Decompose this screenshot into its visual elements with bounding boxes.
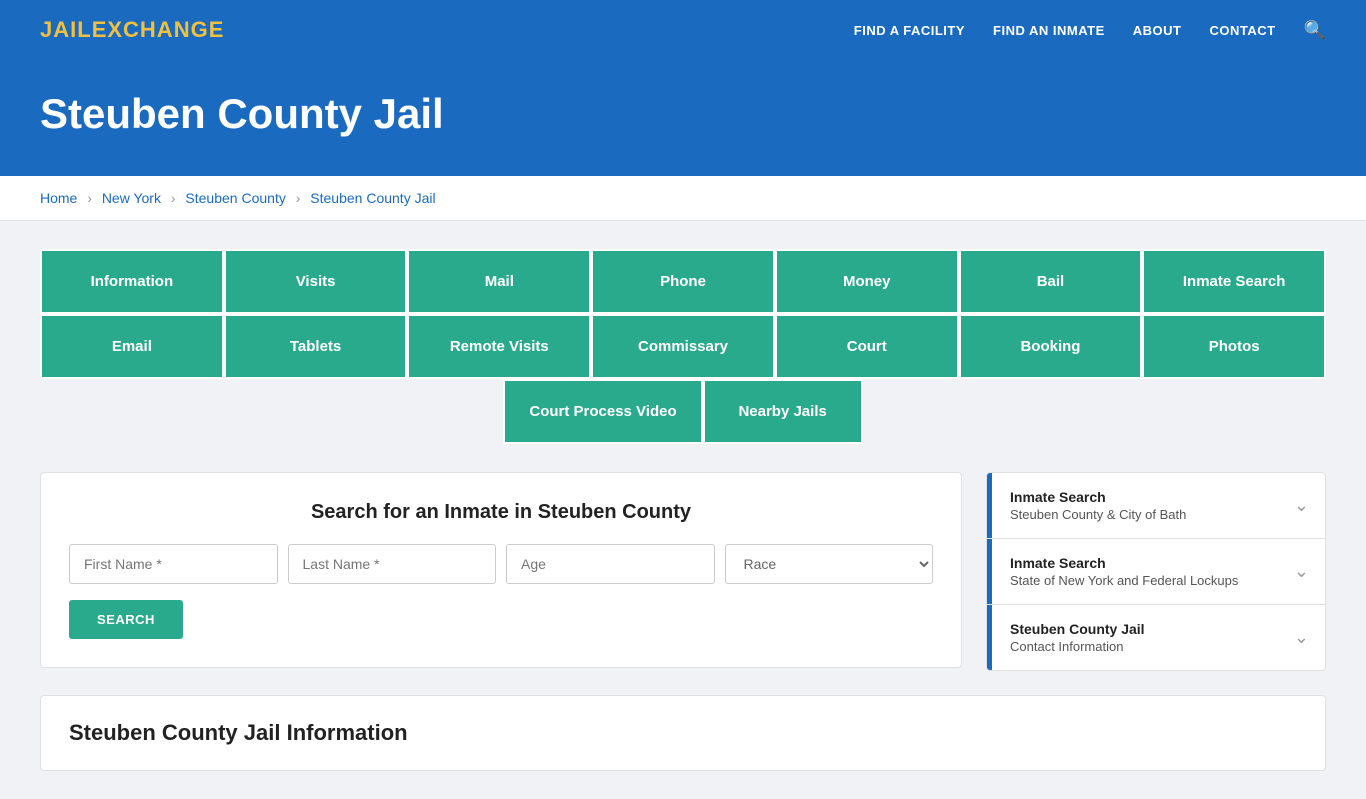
- breadcrumb-new-york[interactable]: New York: [102, 190, 161, 206]
- age-input[interactable]: [506, 544, 715, 584]
- navbar: JAILEXCHANGE FIND A FACILITY FIND AN INM…: [0, 0, 1366, 60]
- two-column-layout: Search for an Inmate in Steuben County R…: [40, 472, 1326, 671]
- breadcrumb-current: Steuben County Jail: [310, 190, 435, 206]
- button-grid: Information Visits Mail Phone Money Bail…: [40, 249, 1326, 444]
- btn-photos[interactable]: Photos: [1142, 314, 1326, 379]
- sidebar-body-3: Steuben County Jail Contact Information: [992, 605, 1278, 670]
- btn-bail[interactable]: Bail: [959, 249, 1143, 314]
- nav-find-facility[interactable]: FIND A FACILITY: [854, 23, 965, 38]
- content-area: Information Visits Mail Phone Money Bail…: [0, 221, 1366, 799]
- sidebar-body-1: Inmate Search Steuben County & City of B…: [992, 473, 1278, 538]
- breadcrumb-sep-3: ›: [296, 190, 301, 206]
- search-button[interactable]: SEARCH: [69, 600, 183, 639]
- sidebar-title-1: Inmate Search: [1010, 489, 1260, 505]
- btn-court[interactable]: Court: [775, 314, 959, 379]
- breadcrumb-home[interactable]: Home: [40, 190, 77, 206]
- chevron-down-icon-1[interactable]: ⌄: [1278, 473, 1325, 538]
- race-select[interactable]: Race White Black Hispanic Asian Other: [725, 544, 934, 584]
- page-title: Steuben County Jail: [40, 90, 1326, 138]
- breadcrumb-sep-1: ›: [87, 190, 92, 206]
- btn-court-process-video[interactable]: Court Process Video: [503, 379, 702, 444]
- logo-exchange: EXCHANGE: [92, 17, 225, 42]
- button-row-2: Email Tablets Remote Visits Commissary C…: [40, 314, 1326, 379]
- btn-booking[interactable]: Booking: [959, 314, 1143, 379]
- breadcrumb-steuben-county[interactable]: Steuben County: [185, 190, 285, 206]
- breadcrumb-sep-2: ›: [171, 190, 176, 206]
- sidebar-item-3[interactable]: Steuben County Jail Contact Information …: [987, 605, 1325, 670]
- btn-phone[interactable]: Phone: [591, 249, 775, 314]
- search-fields: Race White Black Hispanic Asian Other: [69, 544, 933, 584]
- sidebar-title-3: Steuben County Jail: [1010, 621, 1260, 637]
- sidebar-item-2[interactable]: Inmate Search State of New York and Fede…: [987, 539, 1325, 605]
- nav-contact[interactable]: CONTACT: [1209, 23, 1275, 38]
- sidebar-subtitle-2: State of New York and Federal Lockups: [1010, 573, 1260, 588]
- btn-information[interactable]: Information: [40, 249, 224, 314]
- btn-money[interactable]: Money: [775, 249, 959, 314]
- btn-email[interactable]: Email: [40, 314, 224, 379]
- btn-tablets[interactable]: Tablets: [224, 314, 408, 379]
- btn-mail[interactable]: Mail: [407, 249, 591, 314]
- sidebar-item-1[interactable]: Inmate Search Steuben County & City of B…: [987, 473, 1325, 539]
- sidebar-subtitle-1: Steuben County & City of Bath: [1010, 507, 1260, 522]
- logo-jail: JAIL: [40, 17, 92, 42]
- bottom-title: Steuben County Jail Information: [69, 720, 1297, 746]
- bottom-info-section: Steuben County Jail Information: [40, 695, 1326, 771]
- breadcrumb: Home › New York › Steuben County › Steub…: [0, 176, 1366, 221]
- chevron-down-icon-3[interactable]: ⌄: [1278, 605, 1325, 670]
- hero-section: Steuben County Jail: [0, 60, 1366, 176]
- btn-visits[interactable]: Visits: [224, 249, 408, 314]
- btn-inmate-search[interactable]: Inmate Search: [1142, 249, 1326, 314]
- nav-links: FIND A FACILITY FIND AN INMATE ABOUT CON…: [854, 20, 1326, 41]
- btn-nearby-jails[interactable]: Nearby Jails: [703, 379, 863, 444]
- last-name-input[interactable]: [288, 544, 497, 584]
- sidebar-body-2: Inmate Search State of New York and Fede…: [992, 539, 1278, 604]
- sidebar-title-2: Inmate Search: [1010, 555, 1260, 571]
- btn-remote-visits[interactable]: Remote Visits: [407, 314, 591, 379]
- search-title: Search for an Inmate in Steuben County: [69, 501, 933, 524]
- sidebar-subtitle-3: Contact Information: [1010, 639, 1260, 654]
- sidebar-panel: Inmate Search Steuben County & City of B…: [986, 472, 1326, 671]
- search-panel: Search for an Inmate in Steuben County R…: [40, 472, 962, 668]
- nav-about[interactable]: ABOUT: [1133, 23, 1182, 38]
- chevron-down-icon-2[interactable]: ⌄: [1278, 539, 1325, 604]
- nav-find-inmate[interactable]: FIND AN INMATE: [993, 23, 1105, 38]
- btn-commissary[interactable]: Commissary: [591, 314, 775, 379]
- button-row-3: Court Process Video Nearby Jails: [40, 379, 1326, 444]
- first-name-input[interactable]: [69, 544, 278, 584]
- search-icon[interactable]: 🔍: [1304, 20, 1326, 41]
- site-logo[interactable]: JAILEXCHANGE: [40, 17, 224, 43]
- button-row-1: Information Visits Mail Phone Money Bail…: [40, 249, 1326, 314]
